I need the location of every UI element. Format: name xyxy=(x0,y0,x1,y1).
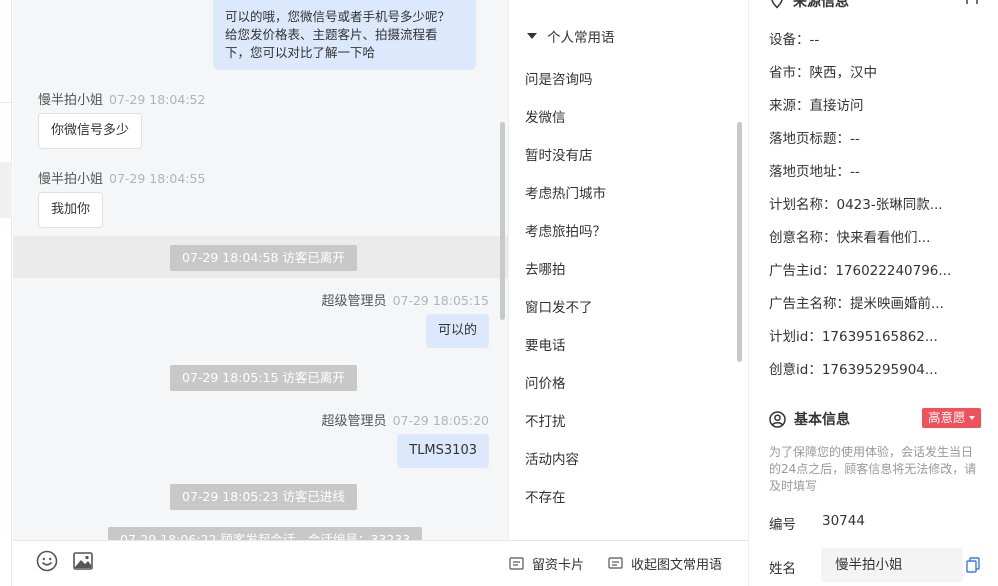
agent-message-bubble: 可以的哦，您微信号或者手机号多少呢？ 给您发价格表、主题客片、拍摄流程看 下，您… xyxy=(213,0,476,70)
name-field[interactable]: 慢半拍小姐 xyxy=(821,548,963,582)
id-value: 30744 xyxy=(822,513,865,529)
message-time: 07-29 18:05:20 xyxy=(392,413,489,428)
info-plan-id: 计划id：176395165862... xyxy=(769,329,938,345)
chat-message-area[interactable]: 可以的哦，您微信号或者手机号多少呢？ 给您发价格表、主题客片、拍摄流程看 下，您… xyxy=(13,0,508,540)
message-sender: 超级管理员 07-29 18:05:15 xyxy=(322,290,489,309)
collapse-phrases-label: 收起图文常用语 xyxy=(631,558,723,573)
source-info-title: 来源信息 xyxy=(793,0,849,10)
input-toolbar: 留资卡片 收起图文常用语 xyxy=(13,540,748,586)
sender-name: 慢半拍小姐 xyxy=(38,172,104,187)
phrases-scrollbar[interactable] xyxy=(737,122,742,362)
chat-scrollbar[interactable] xyxy=(500,122,505,320)
intent-level-label: 高意愿 xyxy=(928,410,966,425)
card-icon xyxy=(509,557,524,570)
info-creative-name: 创意名称：快来看看他们... xyxy=(769,230,931,246)
user-circle-icon xyxy=(769,410,786,428)
phrase-item[interactable]: 要电话 xyxy=(525,334,566,354)
intent-level-dropdown[interactable]: 高意愿 xyxy=(922,408,981,428)
message-time: 07-29 18:04:55 xyxy=(109,171,206,186)
info-plan-name: 计划名称：0423-张琳同款... xyxy=(769,197,943,213)
quick-phrases-panel: 个人常用语 问是咨询吗 发微信 暂时没有店 考虑热门城市 考虑旅拍吗？ 去哪拍 … xyxy=(508,0,748,540)
name-label: 姓名 xyxy=(769,561,796,577)
phrase-item[interactable]: 暂时没有店 xyxy=(525,144,593,164)
phrases-group-title: 个人常用语 xyxy=(547,30,615,46)
divider xyxy=(0,102,12,103)
source-info-header: 来源信息 xyxy=(769,0,849,11)
caret-down-icon xyxy=(527,33,537,39)
system-event-pill: 07-29 18:06:22 顾客发起会话，会话编号：33233 xyxy=(108,527,423,540)
location-icon xyxy=(771,0,783,9)
sender-name: 慢半拍小姐 xyxy=(38,93,104,108)
phrase-item[interactable]: 窗口发不了 xyxy=(525,296,593,316)
phrase-item[interactable]: 考虑旅拍吗？ xyxy=(525,220,606,240)
copy-icon[interactable] xyxy=(966,557,980,573)
agent-message-bubble: TLMS3103 xyxy=(397,434,489,468)
message-time: 07-29 18:04:52 xyxy=(109,92,206,107)
info-advertiser-id: 广告主id：176022240796... xyxy=(769,263,952,279)
visitor-message-bubble: 你微信号多少 xyxy=(38,113,143,149)
basic-info-title: 基本信息 xyxy=(794,412,850,428)
phrase-item[interactable]: 考虑热门城市 xyxy=(525,182,606,202)
phrase-item[interactable]: 活动内容 xyxy=(525,448,579,468)
conversation-list-edge xyxy=(0,0,12,586)
visitor-message-bubble: 我加你 xyxy=(38,192,104,228)
app-root: 可以的哦，您微信号或者手机号多少呢？ 给您发价格表、主题客片、拍摄流程看 下，您… xyxy=(0,0,998,586)
lead-card-button[interactable]: 留资卡片 xyxy=(509,554,584,573)
phrase-item[interactable]: 去哪拍 xyxy=(525,258,566,278)
info-landing-title: 落地页标题：-- xyxy=(769,131,860,147)
system-event-pill: 07-29 18:05:15 访客已离开 xyxy=(170,365,357,391)
edit-icon[interactable] xyxy=(965,0,979,6)
sender-name: 超级管理员 xyxy=(321,414,387,429)
phrase-item[interactable]: 问价格 xyxy=(525,372,566,392)
system-event-pill: 07-29 18:04:58 访客已离开 xyxy=(170,245,357,271)
basic-info-header: 基本信息 xyxy=(769,409,850,429)
info-source: 来源：直接访问 xyxy=(769,98,864,114)
edit-notice: 为了保障您的使用体验，会话发生当日的24点之后，顾客信息将无法修改，请及时填写 xyxy=(769,445,977,493)
system-event-row: 07-29 18:04:58 访客已离开 xyxy=(13,236,508,278)
phrases-group-header[interactable]: 个人常用语 xyxy=(527,26,615,46)
collapse-phrases-button[interactable]: 收起图文常用语 xyxy=(608,554,722,573)
image-icon[interactable] xyxy=(72,550,94,572)
smiley-icon[interactable] xyxy=(36,550,58,572)
system-event-pill: 07-29 18:05:23 访客已进线 xyxy=(170,484,357,510)
phrase-item[interactable]: 不打扰 xyxy=(525,410,566,430)
id-label: 编号 xyxy=(769,517,796,533)
message-sender: 超级管理员 07-29 18:05:20 xyxy=(322,410,489,429)
conversation-list-item-selected[interactable] xyxy=(0,162,12,218)
info-landing-url: 落地页地址：-- xyxy=(769,164,860,180)
message-time: 07-29 18:05:15 xyxy=(392,293,489,308)
message-sender: 慢半拍小姐 07-29 18:04:55 xyxy=(38,168,205,187)
phrase-item[interactable]: 发微信 xyxy=(525,106,566,126)
phrase-item[interactable]: 问是咨询吗 xyxy=(525,68,593,88)
caret-down-icon xyxy=(968,416,975,420)
info-advertiser-name: 广告主名称：提米映画婚前... xyxy=(769,296,944,312)
info-region: 省市：陕西，汉中 xyxy=(769,65,877,81)
message-sender: 慢半拍小姐 07-29 18:04:52 xyxy=(38,89,205,108)
info-creative-id: 创意id：176395295904... xyxy=(769,362,938,378)
agent-message-bubble: 可以的 xyxy=(425,314,489,348)
info-device: 设备：-- xyxy=(769,32,820,48)
customer-info-panel: 来源信息 设备：-- 省市：陕西，汉中 来源：直接访问 落地页标题：-- 落地页… xyxy=(748,0,998,586)
message-icon xyxy=(608,557,623,569)
lead-card-label: 留资卡片 xyxy=(532,558,585,573)
phrase-item[interactable]: 不存在 xyxy=(525,486,566,506)
sender-name: 超级管理员 xyxy=(321,294,387,309)
